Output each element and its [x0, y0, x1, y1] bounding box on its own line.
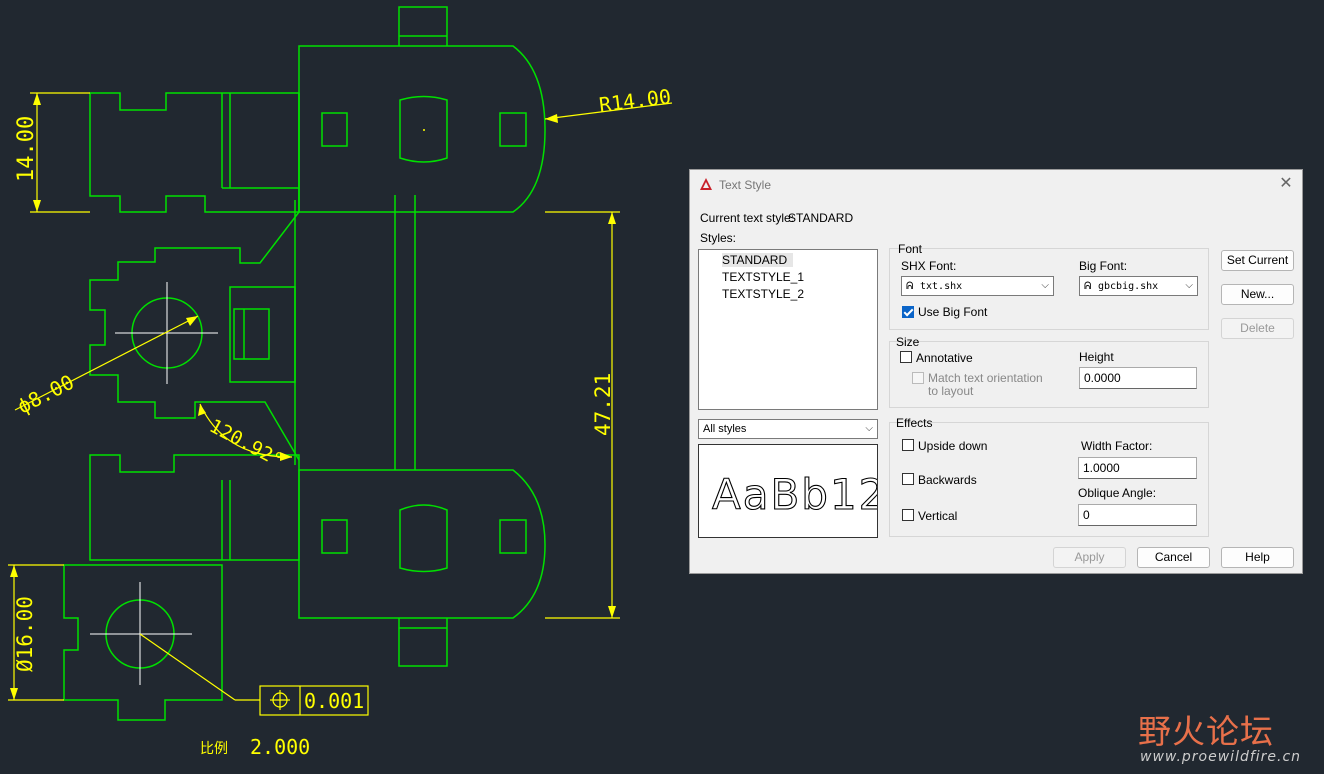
- backwards-label: Backwards: [918, 473, 977, 487]
- scale-value: 2.000: [250, 735, 310, 759]
- dialog-title: Text Style: [719, 178, 772, 192]
- oblique-angle-label: Oblique Angle:: [1078, 486, 1157, 500]
- annotative-checkbox[interactable]: [900, 351, 912, 363]
- match-orientation-label: Match text orientation: [928, 371, 1043, 385]
- big-font-icon: ᕱ: [1084, 281, 1092, 292]
- style-filter-value: All styles: [703, 423, 747, 435]
- width-factor-input[interactable]: 1.0000: [1078, 457, 1197, 479]
- upside-down-checkbox[interactable]: [902, 439, 914, 451]
- chevron-down-icon: ⌵: [1185, 280, 1193, 291]
- shx-font-value: txt.shx: [920, 281, 963, 292]
- preview-canvas: AaBb12: [711, 469, 878, 519]
- chevron-down-icon: ⌵: [865, 423, 873, 434]
- height-input[interactable]: 0.0000: [1079, 367, 1197, 389]
- height-label: Height: [1079, 350, 1114, 364]
- style-item-standard[interactable]: STANDARD: [722, 253, 794, 267]
- dim-hole-diameter: ϕ8.00: [13, 370, 78, 419]
- cancel-button[interactable]: Cancel: [1137, 547, 1210, 568]
- big-font-label: Big Font:: [1079, 259, 1128, 273]
- style-item-textstyle-1[interactable]: TEXTSTYLE_1: [722, 270, 804, 284]
- dimension-arrows: [10, 93, 616, 700]
- vertical-checkbox[interactable]: [902, 509, 914, 521]
- text-preview: AaBb12: [698, 444, 878, 538]
- styles-list[interactable]: STANDARD TEXTSTYLE_1 TEXTSTYLE_2: [698, 249, 878, 410]
- new-button[interactable]: New...: [1221, 284, 1294, 305]
- close-icon[interactable]: ✕: [1276, 174, 1296, 194]
- dim-right-height: 47.21: [591, 373, 615, 436]
- style-item-textstyle-2[interactable]: TEXTSTYLE_2: [722, 287, 804, 301]
- scale-label: 比例: [200, 741, 228, 757]
- dialog-titlebar[interactable]: Text Style ✕: [690, 170, 1302, 198]
- dim-lower-diameter: Ø16.00: [13, 596, 37, 672]
- annotative-label: Annotative: [916, 351, 973, 365]
- watermark-logo: 野火论坛: [1138, 712, 1274, 751]
- font-group-title: Font: [898, 242, 923, 256]
- shx-font-icon: ᕱ: [906, 281, 914, 292]
- dim-radius: R14.00: [598, 84, 673, 117]
- shx-font-dropdown[interactable]: ᕱ txt.shx ⌵: [901, 276, 1054, 296]
- vertical-label: Vertical: [918, 509, 958, 523]
- size-group-title: Size: [896, 335, 920, 349]
- tolerance-value: 0.001: [304, 689, 364, 713]
- match-orientation-checkbox[interactable]: [912, 372, 924, 384]
- part-outline: [63, 6, 546, 721]
- current-style-label: Current text style:: [700, 211, 795, 225]
- preview-text: AaBb12: [712, 470, 878, 519]
- chevron-down-icon: ⌵: [1041, 280, 1049, 291]
- use-big-font-label: Use Big Font: [918, 305, 988, 319]
- width-factor-label: Width Factor:: [1081, 439, 1153, 453]
- text-style-dialog: Text Style ✕ Current text style: STANDAR…: [689, 169, 1303, 574]
- use-big-font-checkbox[interactable]: [902, 306, 914, 318]
- effects-group-title: Effects: [896, 416, 933, 430]
- upside-down-label: Upside down: [918, 439, 988, 453]
- watermark-url: www.proewildfire.cn: [1140, 749, 1302, 765]
- apply-button[interactable]: Apply: [1053, 547, 1126, 568]
- autocad-logo-icon: [700, 178, 712, 190]
- big-font-dropdown[interactable]: ᕱ gbcbig.shx ⌵: [1079, 276, 1198, 296]
- dim-angle: 120.92°: [206, 415, 287, 472]
- help-button[interactable]: Help: [1221, 547, 1294, 568]
- shx-font-label: SHX Font:: [901, 259, 957, 273]
- match-orientation-label-2: to layout: [928, 384, 974, 398]
- big-font-value: gbcbig.shx: [1098, 281, 1159, 292]
- delete-button[interactable]: Delete: [1221, 318, 1294, 339]
- oblique-angle-input[interactable]: 0: [1078, 504, 1197, 526]
- set-current-button[interactable]: Set Current: [1221, 250, 1294, 271]
- style-filter-dropdown[interactable]: All styles ⌵: [698, 419, 878, 439]
- dim-left-height: 14.00: [14, 116, 39, 182]
- dimension-texts: 14.00 R14.00 47.21 ϕ8.00 120.92° Ø16.00 …: [13, 84, 672, 759]
- current-style-value: STANDARD: [788, 211, 854, 225]
- backwards-checkbox[interactable]: [902, 473, 914, 485]
- styles-label: Styles:: [700, 231, 737, 245]
